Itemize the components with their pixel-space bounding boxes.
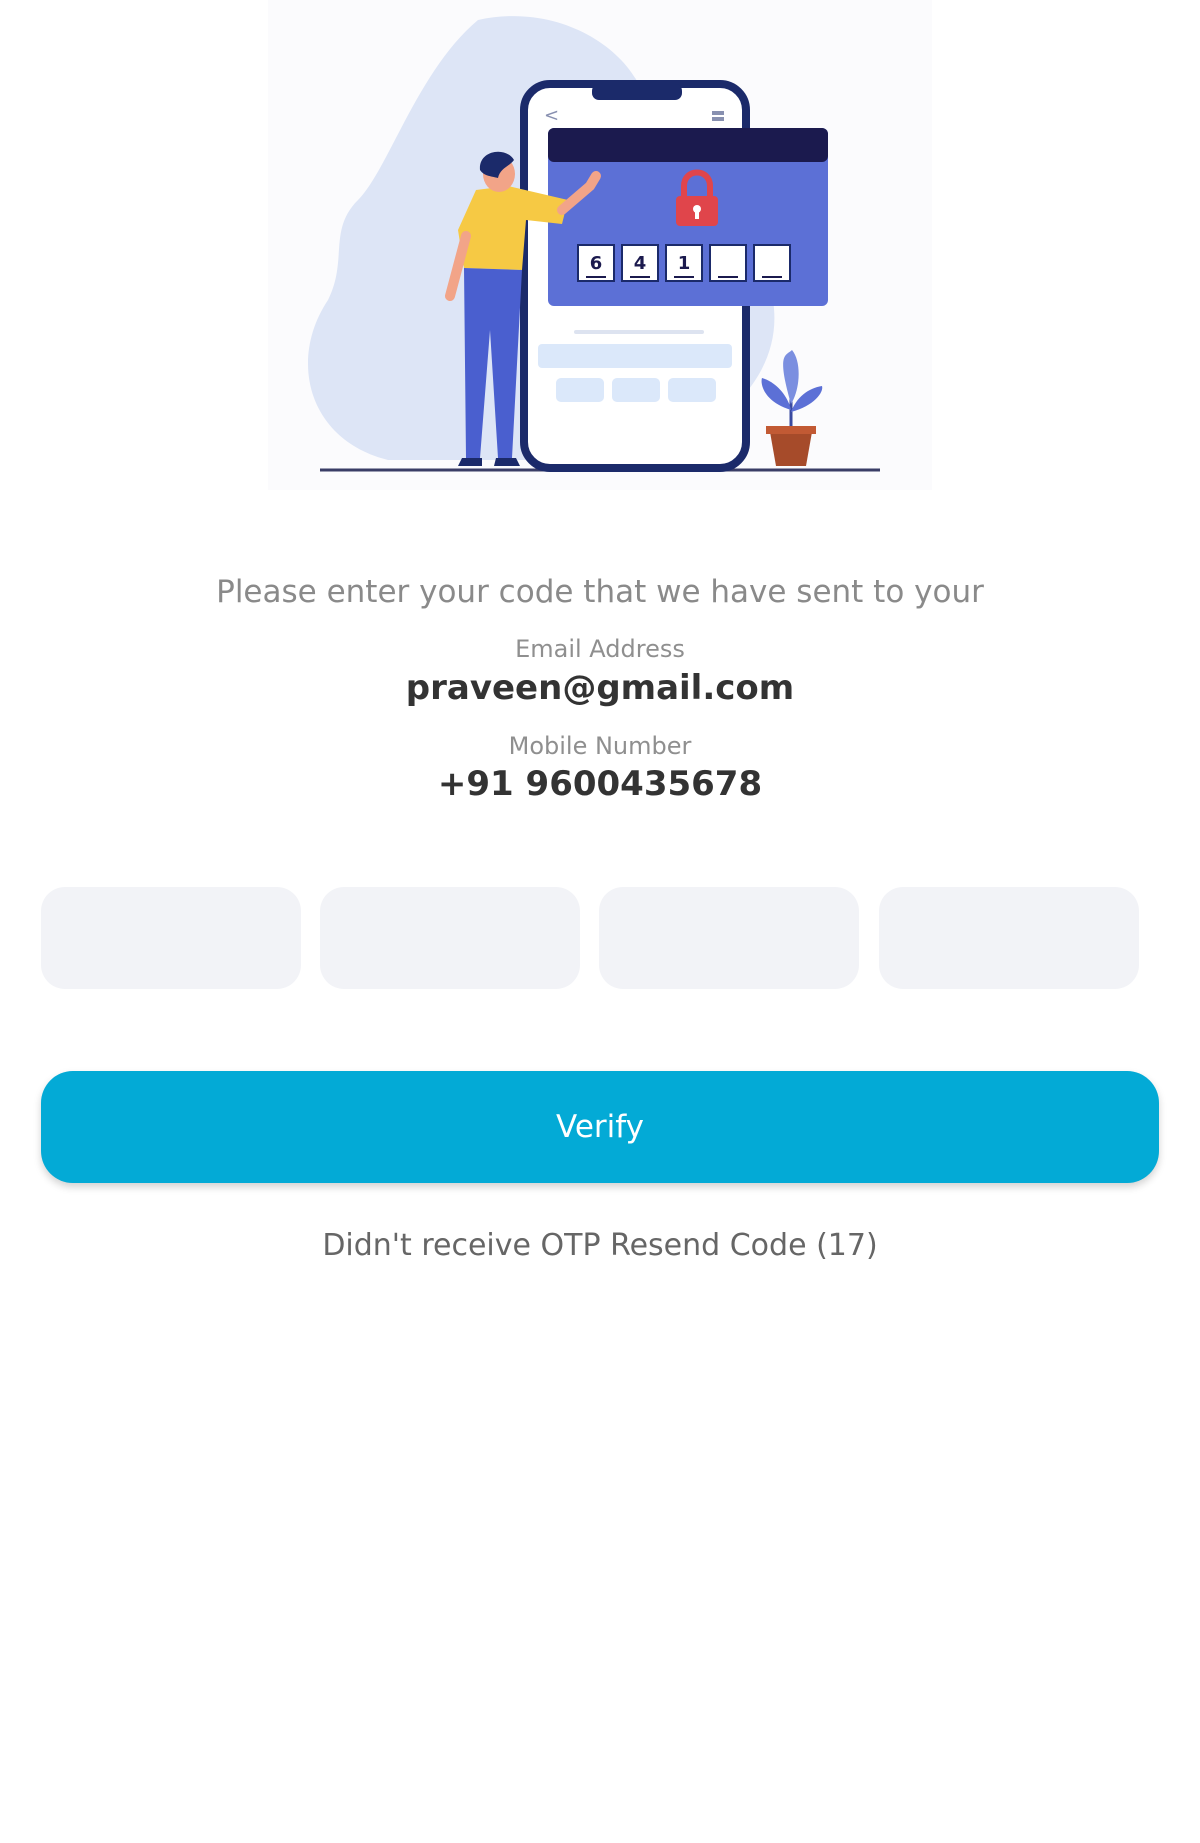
otp-digit-2-input[interactable] [320, 887, 580, 989]
illustration-code-box: 4 [621, 244, 659, 282]
email-value: praveen@gmail.com [405, 668, 795, 708]
mobile-label: Mobile Number [508, 732, 692, 760]
back-glyph: < [544, 105, 559, 126]
illustration-code-digit: 6 [590, 253, 603, 274]
email-label: Email Address [515, 635, 685, 663]
otp-illustration-graphic: < 6 4 1 [268, 0, 932, 490]
illustration-code-box: 6 [577, 244, 615, 282]
resend-line: Didn't receive OTP Resend Code (17) [0, 1226, 1200, 1266]
otp-digit-4-input[interactable] [879, 887, 1139, 989]
illustration-code-digit: 1 [678, 253, 691, 274]
verify-button[interactable]: Verify [41, 1071, 1159, 1183]
otp-input-row [41, 887, 1141, 989]
resend-code-link[interactable]: Resend Code [610, 1228, 806, 1263]
otp-digit-1-input[interactable] [41, 887, 301, 989]
mobile-value: +91 9600435678 [437, 764, 763, 804]
illustration-code-box [709, 244, 747, 282]
resend-timer: (17) [816, 1228, 878, 1263]
illustration-code-box [753, 244, 791, 282]
illustration-code-digit: 4 [634, 253, 647, 274]
intro-text: Please enter your code that we have sent… [216, 574, 984, 610]
otp-digit-3-input[interactable] [599, 887, 859, 989]
otp-illustration: < 6 4 1 [268, 0, 932, 490]
resend-prefix: Didn't receive OTP [322, 1228, 601, 1263]
illustration-code-box: 1 [665, 244, 703, 282]
